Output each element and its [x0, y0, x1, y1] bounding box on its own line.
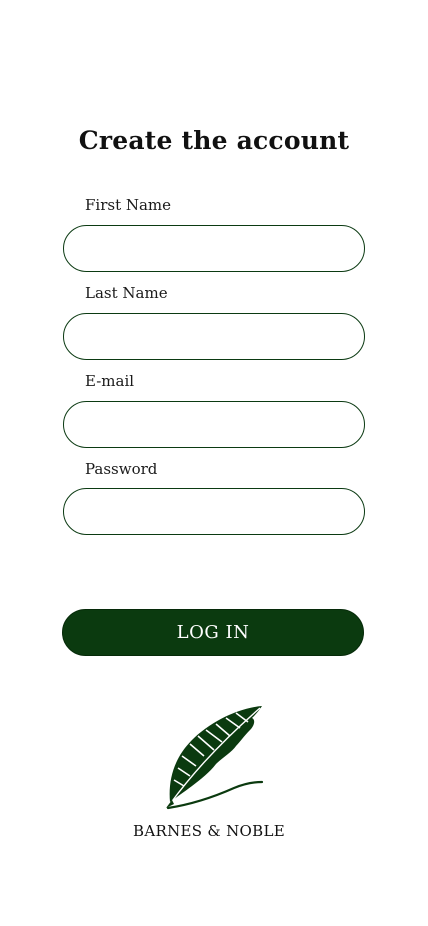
- password-label: Password: [85, 460, 158, 478]
- login-button[interactable]: LOG IN: [62, 609, 364, 656]
- email-label: E-mail: [85, 372, 135, 390]
- quill-feather-icon: [160, 700, 270, 815]
- last-name-label: Last Name: [85, 284, 168, 302]
- brand-name: BARNES & NOBLE: [133, 822, 285, 840]
- page-title: Create the account: [78, 126, 350, 155]
- email-field[interactable]: [63, 401, 365, 448]
- last-name-field[interactable]: [63, 313, 365, 360]
- password-field[interactable]: [63, 488, 365, 535]
- first-name-label: First Name: [85, 196, 172, 214]
- first-name-field[interactable]: [63, 225, 365, 272]
